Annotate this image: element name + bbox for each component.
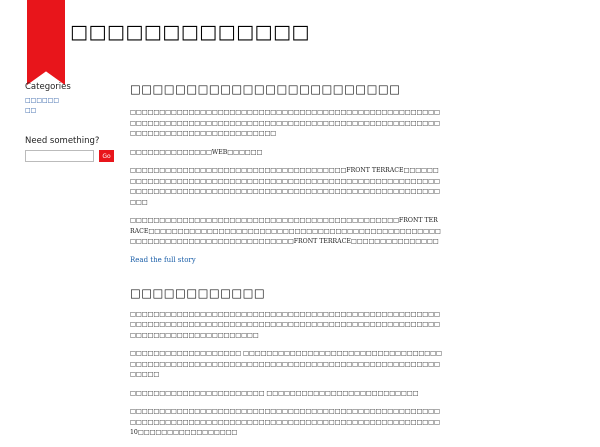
main-content: □□□□□□□□□□□□□□□□□□□□□□□□ □□□□□□□□□□□□□□□… (130, 82, 442, 447)
search-input[interactable] (25, 150, 94, 162)
post-paragraph: □□□□□□□□□□□□□□□□□□□□□□□□□□□□□□□□□□□□□□□□… (130, 408, 440, 436)
post-paragraph: □□□□□□□□□□□□□□□□□□□□□□□□□□□□□□□□□□□□□□□□… (130, 109, 440, 137)
read-more-link[interactable]: Read the full story (130, 256, 442, 264)
post-paragraph: □□□□□□□□□□□□□□□□□□□□□□□□□□□□□□□□□□□□□□□□… (130, 310, 440, 339)
category-list: □□□□□□ □□ (25, 96, 120, 116)
site-title[interactable]: □□□□□□□□□□□□□ (70, 21, 310, 43)
post-title[interactable]: □□□□□□□□□□□□ (130, 286, 442, 300)
post-paragraph: □□□□□□□□□□□□□□□□□□□□□□□□□□□□□□□□□□□□□FRO… (130, 167, 440, 206)
category-item: □□ (25, 106, 120, 116)
search-button[interactable]: Go (99, 150, 114, 162)
post-title[interactable]: □□□□□□□□□□□□□□□□□□□□□□□□ (130, 82, 442, 96)
categories-title: Categories (25, 82, 71, 92)
search-title: Need something? (25, 136, 100, 146)
post-paragraph: □□□□□□□□□□□□□□□□□□□ □□□□□□□□□□□□□□□□□□□□… (130, 350, 442, 378)
category-link[interactable]: □□□□□□ (25, 97, 59, 104)
category-link[interactable]: □□ (25, 107, 36, 114)
category-item: □□□□□□ (25, 96, 120, 106)
post: □□□□□□□□□□□□ □□□□□□□□□□□□□□□□□□□□□□□□□□□… (130, 286, 442, 439)
post-paragraph: □□□□□□□□□□□□□□WEB□□□□□□ (130, 148, 263, 156)
search-form: Go (25, 150, 120, 162)
post: □□□□□□□□□□□□□□□□□□□□□□□□ □□□□□□□□□□□□□□□… (130, 82, 442, 264)
bookmark-ribbon-logo (27, 0, 65, 85)
post-paragraph: □□□□□□□□□□□□□□□□□□□□□□□ □□□□□□□□□□□□□□□□… (130, 389, 419, 397)
sidebar: Categories □□□□□□ □□ Need something? Go (25, 82, 120, 162)
post-paragraph: □□□□□□□□□□□□□□□□□□□□□□□□□□□□□□□□□□□□□□□□… (130, 217, 441, 245)
